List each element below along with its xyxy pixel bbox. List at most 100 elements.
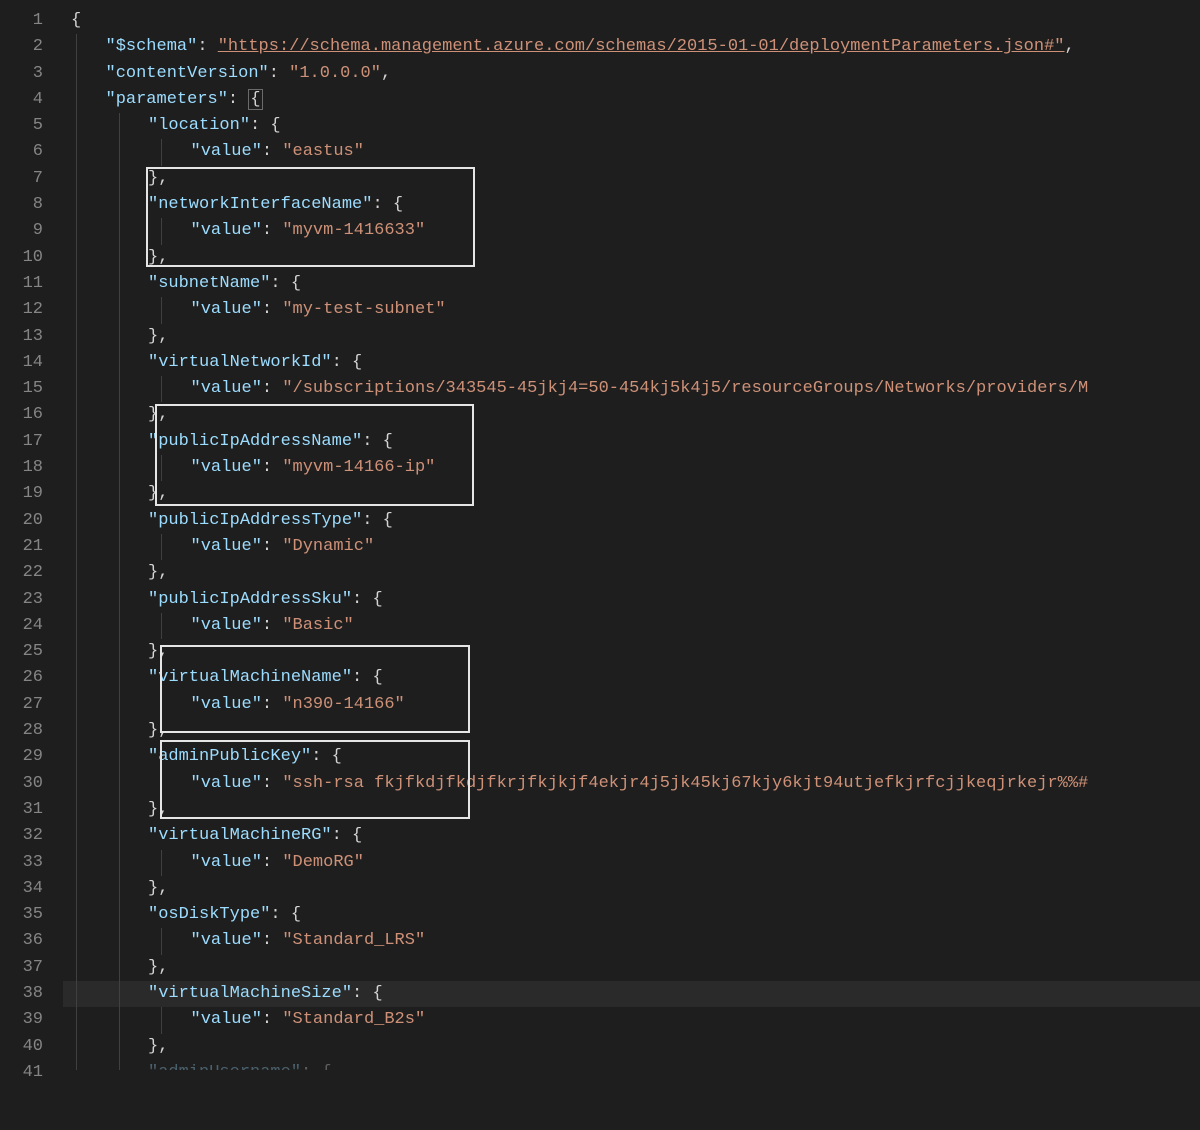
json-string: "1.0.0.0" bbox=[289, 64, 381, 83]
code-line[interactable]: "value": "eastus" bbox=[63, 139, 1200, 165]
json-punct: }, bbox=[148, 484, 168, 503]
code-line[interactable]: "value": "Dynamic" bbox=[63, 534, 1200, 560]
code-line[interactable]: "value": "Standard_B2s" bbox=[63, 1007, 1200, 1033]
code-line[interactable]: "publicIpAddressName": { bbox=[63, 429, 1200, 455]
code-line[interactable]: "value": "my-test-subnet" bbox=[63, 297, 1200, 323]
code-line[interactable]: }, bbox=[63, 560, 1200, 586]
code-line[interactable]: "value": "Basic" bbox=[63, 613, 1200, 639]
code-line[interactable]: }, bbox=[63, 245, 1200, 271]
line-number: 19 bbox=[0, 481, 43, 507]
code-line[interactable]: "virtualNetworkId": { bbox=[63, 350, 1200, 376]
code-line[interactable]: "virtualMachineName": { bbox=[63, 665, 1200, 691]
code-line[interactable]: }, bbox=[63, 797, 1200, 823]
json-punct: : { bbox=[270, 905, 301, 924]
code-line[interactable]: }, bbox=[63, 718, 1200, 744]
json-key: "publicIpAddressType" bbox=[148, 511, 362, 530]
json-punct: }, bbox=[148, 563, 168, 582]
code-line[interactable]: "location": { bbox=[63, 113, 1200, 139]
line-number: 11 bbox=[0, 271, 43, 297]
code-line[interactable]: "osDiskType": { bbox=[63, 902, 1200, 928]
line-number: 38 bbox=[0, 981, 43, 1007]
json-string: "DemoRG" bbox=[282, 853, 364, 872]
json-punct: : bbox=[262, 537, 282, 556]
line-number: 25 bbox=[0, 639, 43, 665]
code-line[interactable]: "$schema": "https://schema.management.az… bbox=[63, 34, 1200, 60]
json-string: "https://schema.management.azure.com/sch… bbox=[218, 37, 1065, 56]
code-line[interactable]: "value": "ssh-rsa fkjfkdjfkdjfkrjfkjkjf4… bbox=[63, 771, 1200, 797]
code-line[interactable]: { bbox=[63, 8, 1200, 34]
json-punct: : bbox=[262, 142, 282, 161]
code-line[interactable]: "virtualMachineSize": { bbox=[63, 981, 1200, 1007]
line-number: 30 bbox=[0, 771, 43, 797]
json-string: "myvm-14166-ip" bbox=[282, 458, 435, 477]
code-line[interactable]: }, bbox=[63, 955, 1200, 981]
code-line[interactable]: "value": "Standard_LRS" bbox=[63, 928, 1200, 954]
json-punct: { bbox=[248, 89, 262, 110]
json-key: "value" bbox=[191, 774, 262, 793]
json-string: "Standard_B2s" bbox=[282, 1010, 425, 1029]
json-key: "value" bbox=[191, 142, 262, 161]
line-number: 21 bbox=[0, 534, 43, 560]
code-line[interactable]: "value": "myvm-1416633" bbox=[63, 218, 1200, 244]
code-line[interactable]: "contentVersion": "1.0.0.0", bbox=[63, 61, 1200, 87]
code-line[interactable]: "value": "n390-14166" bbox=[63, 692, 1200, 718]
json-key: "value" bbox=[191, 458, 262, 477]
code-line[interactable]: }, bbox=[63, 1034, 1200, 1060]
code-line[interactable]: }, bbox=[63, 166, 1200, 192]
line-number: 18 bbox=[0, 455, 43, 481]
code-area[interactable]: {"$schema": "https://schema.management.a… bbox=[63, 0, 1200, 1130]
json-string: "/subscriptions/343545-45jkj4=50-454kj5k… bbox=[282, 379, 1088, 398]
json-key: "value" bbox=[191, 695, 262, 714]
code-line[interactable]: }, bbox=[63, 481, 1200, 507]
line-number: 12 bbox=[0, 297, 43, 323]
json-punct: : { bbox=[362, 511, 393, 530]
code-line[interactable]: "networkInterfaceName": { bbox=[63, 192, 1200, 218]
json-punct: : bbox=[197, 37, 217, 56]
code-line[interactable]: "adminUsername": { bbox=[63, 1060, 1200, 1070]
json-key: "location" bbox=[148, 116, 250, 135]
code-line[interactable]: "subnetName": { bbox=[63, 271, 1200, 297]
line-number: 27 bbox=[0, 692, 43, 718]
json-punct: }, bbox=[148, 879, 168, 898]
json-punct: : bbox=[262, 379, 282, 398]
json-key: "publicIpAddressSku" bbox=[148, 590, 352, 609]
line-number: 8 bbox=[0, 192, 43, 218]
code-line[interactable]: }, bbox=[63, 639, 1200, 665]
line-number: 17 bbox=[0, 429, 43, 455]
line-number: 16 bbox=[0, 402, 43, 428]
code-line[interactable]: "value": "myvm-14166-ip" bbox=[63, 455, 1200, 481]
code-line[interactable]: "parameters": { bbox=[63, 87, 1200, 113]
line-number: 9 bbox=[0, 218, 43, 244]
line-number: 2 bbox=[0, 34, 43, 60]
line-number-gutter: 1234567891011121314151617181920212223242… bbox=[0, 0, 63, 1130]
json-key: "value" bbox=[191, 379, 262, 398]
code-line[interactable]: }, bbox=[63, 876, 1200, 902]
json-punct: : { bbox=[372, 195, 403, 214]
json-punct: : bbox=[269, 64, 289, 83]
json-string: "Basic" bbox=[282, 616, 353, 635]
line-number: 37 bbox=[0, 955, 43, 981]
line-number: 24 bbox=[0, 613, 43, 639]
json-punct: : { bbox=[352, 668, 383, 687]
json-punct: : { bbox=[332, 826, 363, 845]
code-line[interactable]: "adminPublicKey": { bbox=[63, 744, 1200, 770]
code-line[interactable]: }, bbox=[63, 402, 1200, 428]
json-punct: }, bbox=[148, 721, 168, 740]
code-line[interactable]: }, bbox=[63, 324, 1200, 350]
json-punct: }, bbox=[148, 169, 168, 188]
code-line[interactable]: "value": "/subscriptions/343545-45jkj4=5… bbox=[63, 376, 1200, 402]
json-punct: : { bbox=[270, 274, 301, 293]
json-key: "value" bbox=[191, 853, 262, 872]
line-number: 34 bbox=[0, 876, 43, 902]
code-line[interactable]: "value": "DemoRG" bbox=[63, 850, 1200, 876]
json-key: "value" bbox=[191, 221, 262, 240]
line-number: 32 bbox=[0, 823, 43, 849]
code-line[interactable]: "virtualMachineRG": { bbox=[63, 823, 1200, 849]
code-line[interactable]: "publicIpAddressType": { bbox=[63, 508, 1200, 534]
line-number: 31 bbox=[0, 797, 43, 823]
json-punct: : { bbox=[362, 432, 393, 451]
json-punct: : bbox=[262, 853, 282, 872]
json-key: "osDiskType" bbox=[148, 905, 270, 924]
code-line[interactable]: "publicIpAddressSku": { bbox=[63, 587, 1200, 613]
json-key: "parameters" bbox=[106, 90, 228, 109]
